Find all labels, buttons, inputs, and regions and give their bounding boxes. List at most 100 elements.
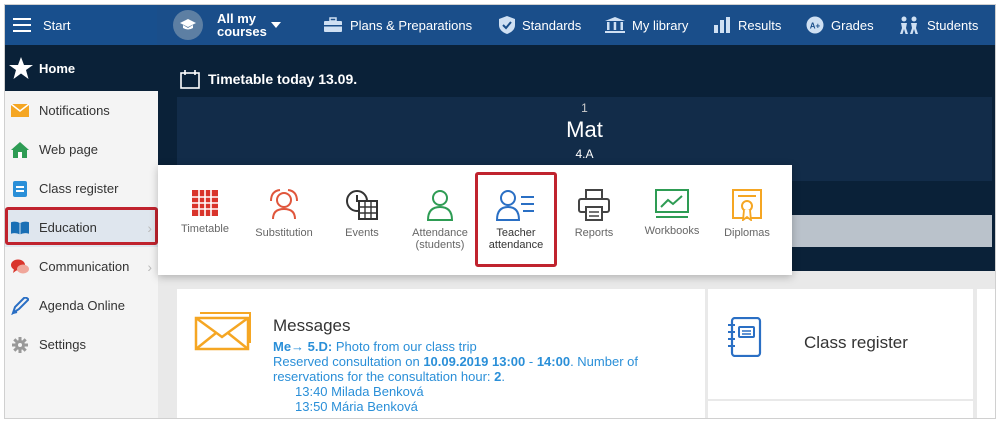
teacher-attendance-highlight: [475, 172, 557, 267]
sidebar-item-label: Web page: [39, 142, 99, 157]
timetable-title-text: Timetable today 13.09.: [208, 71, 358, 87]
messages-card[interactable]: Messages Me→ 5.D: Photo from our class t…: [177, 289, 705, 418]
education-highlight: [5, 207, 158, 245]
sidebar-item-label: Settings: [39, 337, 86, 352]
sidebar-item-notifications[interactable]: Notifications: [5, 91, 158, 130]
grades-icon: A+: [806, 16, 824, 34]
messages-title: Messages: [273, 316, 351, 335]
course-icon: [173, 10, 203, 40]
briefcase-icon: [323, 17, 343, 33]
menu-item-reports[interactable]: Reports: [554, 189, 634, 239]
sidebar-item-communication[interactable]: Communication ›: [5, 247, 158, 286]
pencil-icon: [11, 296, 29, 315]
menu-item-substitution[interactable]: Substitution: [244, 189, 324, 239]
sidebar-item-label: Class register: [39, 181, 119, 196]
sidebar-item-label: Agenda Online: [39, 298, 126, 313]
app-frame: Start All my courses Plans & Preparation…: [4, 4, 996, 419]
workbook-icon: [655, 189, 689, 218]
sidebar-item-class-register[interactable]: Class register: [5, 169, 158, 208]
menu-item-sublabel: (students): [415, 239, 465, 251]
sidebar-item-web-page[interactable]: Web page: [5, 130, 158, 169]
message-arrow: Me→: [273, 339, 308, 354]
attendance-icon: [426, 190, 454, 221]
printer-icon: [578, 189, 610, 221]
dashboard-card-edge: [977, 289, 995, 418]
nav-label: Standards: [522, 17, 582, 33]
chevron-down-icon: [271, 22, 281, 28]
notebook-icon: [728, 316, 762, 360]
timetable-icon: [192, 190, 218, 216]
sidebar-item-label: Notifications: [39, 103, 110, 118]
nav-label: Students: [927, 17, 979, 33]
shield-check-icon: [499, 16, 515, 34]
nav-students[interactable]: Students: [898, 5, 978, 45]
hamburger-icon: [13, 18, 31, 32]
nav-standards[interactable]: Standards: [499, 5, 581, 45]
menu-item-label: Workbooks: [644, 225, 700, 237]
menu-item-label: Diplomas: [724, 227, 770, 239]
nav-plans[interactable]: Plans & Preparations: [323, 5, 472, 45]
menu-item-events[interactable]: Events: [322, 189, 402, 239]
nav-label: Plans & Preparations: [350, 17, 473, 33]
lesson-subject: Mat: [566, 117, 603, 142]
menu-item-timetable[interactable]: Timetable: [165, 189, 245, 235]
start-menu-button[interactable]: Start: [5, 5, 157, 45]
nav-results[interactable]: Results: [713, 5, 781, 45]
consult-period: .: [501, 369, 505, 384]
substitution-icon: [270, 189, 298, 220]
sidebar-item-label: Home: [39, 60, 76, 76]
bar-chart-icon: [713, 17, 731, 33]
students-icon: [898, 16, 920, 34]
consult-end: 14:00: [536, 354, 571, 369]
menu-item-label: Reports: [574, 227, 614, 239]
course-selector[interactable]: All my courses: [173, 9, 281, 41]
nav-label: Results: [738, 17, 782, 33]
events-icon: [346, 190, 378, 220]
gear-icon: [11, 336, 29, 354]
library-icon: [605, 17, 625, 33]
reservation-entry: 13:40 Milada Benková: [295, 384, 424, 399]
dashboard-content: Messages Me→ 5.D: Photo from our class t…: [158, 271, 995, 418]
messages-body: Me→ 5.D: Photo from our class trip Reser…: [273, 339, 703, 414]
menu-item-attendance-students[interactable]: Attendance (students): [400, 189, 480, 251]
menu-item-label: Events: [345, 227, 379, 239]
menu-item-label: Substitution: [255, 227, 313, 239]
star-icon: [9, 57, 33, 79]
nav-grades[interactable]: A+ Grades: [806, 5, 874, 45]
envelope-icon: [194, 311, 252, 354]
diploma-icon: [732, 189, 762, 221]
menu-item-workbooks[interactable]: Workbooks: [632, 189, 712, 237]
message-subject: Photo from our class trip: [332, 339, 477, 354]
sidebar-item-settings[interactable]: Settings: [5, 325, 158, 364]
sidebar-item-agenda-online[interactable]: Agenda Online: [5, 286, 158, 325]
consult-dash: -: [525, 354, 537, 369]
menu-item-diplomas[interactable]: Diplomas: [707, 189, 787, 239]
chevron-right-icon: ›: [147, 258, 152, 275]
consult-text: Reserved consultation on: [273, 354, 424, 369]
nav-label: My library: [632, 17, 689, 33]
sidebar-item-home[interactable]: Home: [5, 45, 158, 91]
calendar-icon: [180, 69, 200, 89]
menu-item-label: Attendance: [412, 227, 468, 239]
class-register-card[interactable]: Class register: [708, 289, 973, 399]
register-icon: [11, 180, 29, 198]
dashboard-card[interactable]: [708, 401, 973, 418]
chat-icon: [11, 258, 29, 276]
timetable-title: Timetable today 13.09.: [180, 69, 357, 89]
envelope-icon: [11, 102, 29, 120]
sidebar: Home Notifications Web page Class regist…: [5, 45, 158, 418]
message-class: 5.D:: [307, 339, 333, 354]
house-icon: [11, 141, 29, 159]
message-item[interactable]: Me→ 5.D: Photo from our class trip: [273, 339, 703, 354]
consultation-item[interactable]: Reserved consultation on 10.09.2019 13:0…: [273, 354, 703, 384]
top-bar: Start All my courses Plans & Preparation…: [5, 5, 995, 45]
course-label-line2: courses: [217, 24, 267, 39]
class-register-label: Class register: [804, 333, 908, 352]
sidebar-item-label: Communication: [39, 259, 130, 274]
menu-item-label: Timetable: [181, 223, 229, 235]
svg-text:A+: A+: [810, 22, 821, 31]
consult-start: 10.09.2019 13:00: [423, 354, 526, 369]
start-label: Start: [43, 17, 71, 33]
nav-my-library[interactable]: My library: [605, 5, 688, 45]
lesson-number: 1: [581, 101, 588, 115]
